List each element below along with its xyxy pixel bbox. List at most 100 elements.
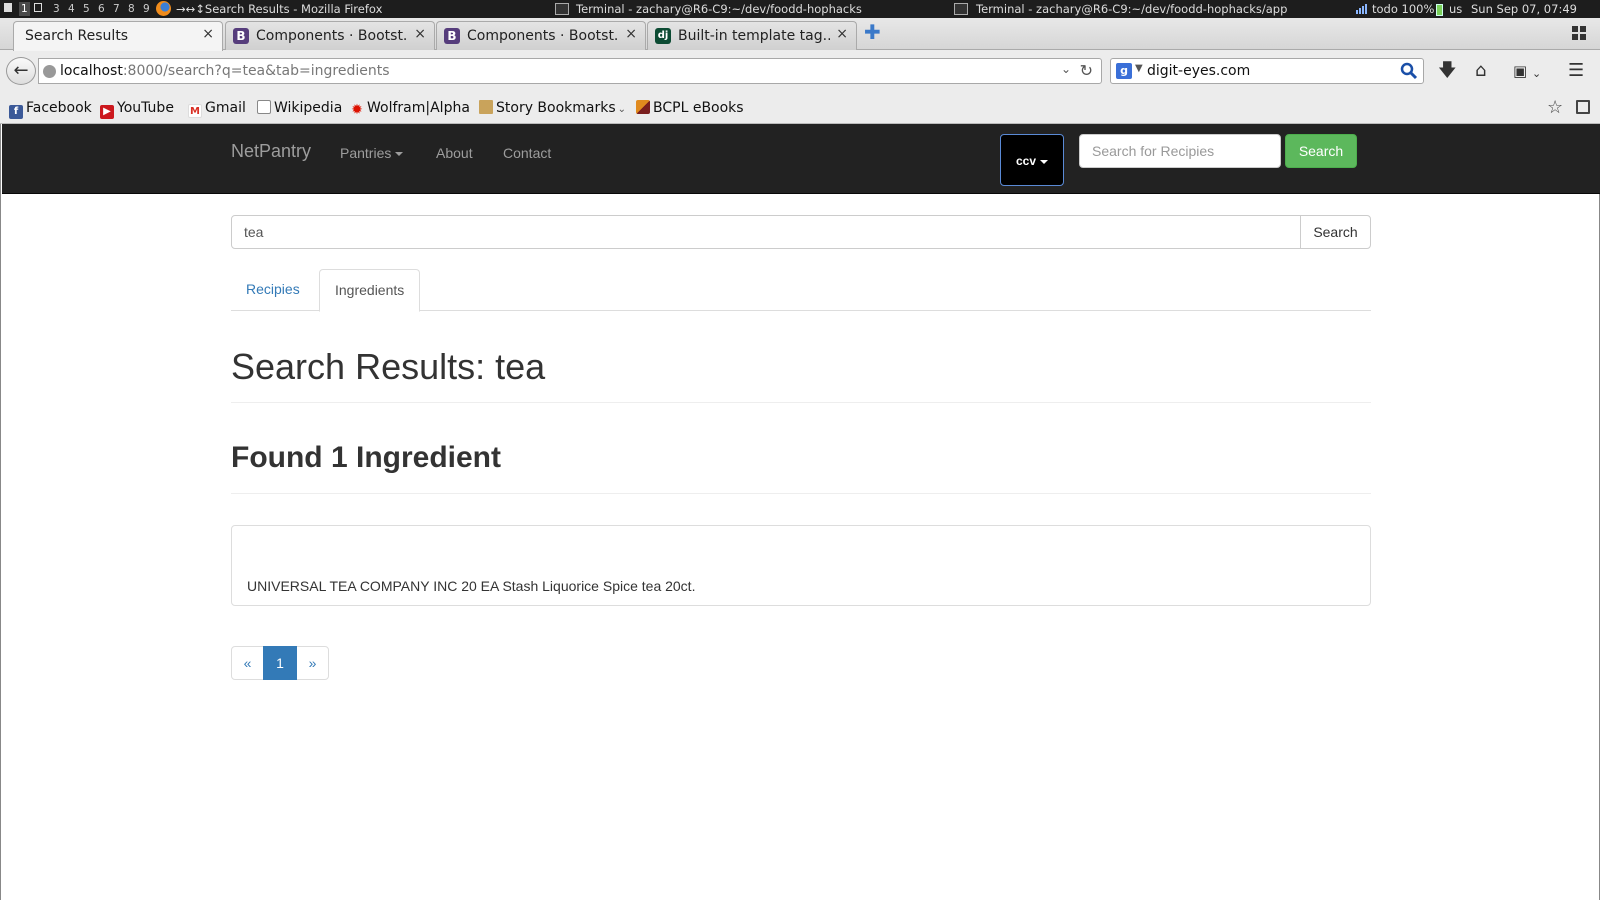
bookmark-youtube[interactable]: ▶ YouTube — [100, 99, 174, 119]
engine-dropdown-icon[interactable]: ▼ — [1135, 63, 1143, 74]
close-icon[interactable]: × — [414, 26, 426, 42]
nav-about[interactable]: About — [436, 145, 473, 161]
close-icon[interactable]: × — [202, 26, 214, 42]
tab-label: Components · Bootst... — [467, 28, 619, 44]
bookmarks-bar: f Facebook ▶ YouTube M Gmail Wikipedia ✹ Wol… — [0, 92, 1600, 124]
taskbar-terminal-1[interactable]: Terminal - zachary@R6-C9:~/dev/foodd-hop… — [576, 2, 862, 16]
bootstrap-icon: B — [233, 28, 249, 44]
nav-recipe-search-input[interactable] — [1079, 134, 1281, 168]
workspace-8[interactable]: 8 — [128, 2, 135, 16]
terminal-icon — [954, 3, 968, 15]
gmail-icon: M — [188, 104, 202, 118]
pocket-icon[interactable]: ▣ — [1513, 61, 1527, 81]
page-title: Search Results: tea — [231, 346, 546, 387]
browser-tab-bootstrap-1[interactable]: B Components · Bootst... × — [225, 21, 435, 50]
active-window-title[interactable]: →↔↕Search Results - Mozilla Firefox — [176, 2, 382, 16]
page-viewport: NetPantry Pantries About Contact ccv Sea… — [0, 124, 1600, 900]
workspace-3[interactable]: 3 — [53, 2, 60, 16]
tab-label: Built-in template tag... — [678, 28, 830, 44]
close-icon[interactable]: × — [625, 26, 637, 42]
browser-navigation-bar: ← localhost:8000/search?q=tea&tab=ingred… — [0, 50, 1600, 92]
url-path: :8000/search?q=tea&tab=ingredients — [122, 63, 390, 79]
main-search-button[interactable]: Search — [1300, 215, 1371, 249]
workspace-2-icon[interactable] — [34, 3, 42, 12]
list-item[interactable]: UNIVERSAL TEA COMPANY INC 20 EA Stash Li… — [231, 525, 1371, 606]
folder-icon — [479, 100, 493, 114]
new-tab-icon[interactable]: ✚ — [864, 22, 881, 42]
google-icon[interactable]: g — [1116, 63, 1132, 79]
pagination-page-1[interactable]: 1 — [263, 646, 297, 680]
nav-search-button[interactable]: Search — [1285, 134, 1357, 168]
bootstrap-icon: B — [444, 28, 460, 44]
workspace-4[interactable]: 4 — [68, 2, 75, 16]
window-manager-bar: 1 3 4 5 6 7 8 9 →↔↕Search Results - Mozi… — [0, 0, 1600, 18]
workspace-5[interactable]: 5 — [83, 2, 90, 16]
wolfram-icon: ✹ — [351, 102, 363, 118]
url-host: localhost — [60, 63, 123, 79]
nav-contact[interactable]: Contact — [503, 145, 551, 161]
pagination-next[interactable]: » — [296, 646, 329, 680]
pagination-prev[interactable]: « — [231, 646, 264, 680]
youtube-icon: ▶ — [100, 105, 114, 119]
battery-icon — [1436, 4, 1443, 16]
divider — [231, 402, 1371, 403]
bookmark-wolfram-alpha[interactable]: ✹ Wolfram|Alpha — [350, 99, 470, 117]
tab-recipies[interactable]: Recipies — [231, 269, 315, 311]
tab-list-icon[interactable] — [1572, 26, 1586, 40]
reload-icon[interactable]: ↻ — [1080, 61, 1093, 80]
site-brand[interactable]: NetPantry — [231, 141, 311, 162]
browser-tab-strip: Search Results × B Components · Bootst..… — [0, 18, 1600, 51]
keyboard-layout: us — [1449, 2, 1463, 16]
url-history-dropdown-icon[interactable]: ⌄ — [1061, 62, 1071, 76]
search-icon[interactable] — [1400, 62, 1418, 80]
browser-tab-search-results[interactable]: Search Results × — [13, 21, 223, 51]
tab-ingredients[interactable]: Ingredients — [319, 269, 421, 312]
layout-icon — [4, 3, 12, 12]
url-bar[interactable]: localhost:8000/search?q=tea&tab=ingredie… — [38, 58, 1102, 84]
taskbar-terminal-2[interactable]: Terminal - zachary@R6-C9:~/dev/foodd-hop… — [976, 2, 1287, 16]
chevron-down-icon[interactable]: ⌄ — [1532, 64, 1541, 84]
bookmarks-library-icon[interactable] — [1576, 100, 1590, 114]
main-search-group: Search — [231, 215, 1371, 249]
close-icon[interactable]: × — [836, 26, 848, 42]
divider — [231, 493, 1371, 494]
bookmark-facebook[interactable]: f Facebook — [9, 99, 92, 119]
home-icon[interactable]: ⌂ — [1475, 61, 1486, 81]
signal-icon — [1356, 4, 1368, 14]
bookmark-folder-story-bookmarks[interactable]: Story Bookmarks ⌄ — [479, 99, 626, 117]
workspace-6[interactable]: 6 — [98, 2, 105, 16]
results-count-heading: Found 1 Ingredient — [231, 441, 501, 474]
workspace-7[interactable]: 7 — [113, 2, 120, 16]
ingredient-name: UNIVERSAL TEA COMPANY INC 20 EA Stash Li… — [247, 578, 696, 594]
tab-label: Components · Bootst... — [256, 28, 408, 44]
result-tabs: Recipies Ingredients — [231, 269, 1371, 312]
site-navbar: NetPantry Pantries About Contact ccv Sea… — [2, 124, 1600, 194]
browser-tab-bootstrap-2[interactable]: B Components · Bootst... × — [436, 21, 646, 50]
caret-down-icon — [395, 152, 404, 157]
browser-search-query: digit-eyes.com — [1147, 63, 1251, 79]
django-icon: dj — [655, 28, 671, 44]
workspace-1[interactable]: 1 — [19, 2, 30, 16]
main-search-input[interactable] — [231, 215, 1301, 249]
ccv-dropdown-button[interactable]: ccv — [1000, 134, 1064, 186]
menu-icon[interactable]: ☰ — [1568, 61, 1584, 81]
bookmark-wikipedia[interactable]: Wikipedia — [257, 99, 342, 117]
chevron-down-icon: ⌄ — [617, 104, 627, 115]
back-button[interactable]: ← — [6, 57, 36, 85]
tab-label: Search Results — [25, 28, 129, 44]
page-icon — [257, 100, 271, 114]
bookmark-gmail[interactable]: M Gmail — [188, 99, 246, 118]
bookmark-bcpl-ebooks[interactable]: BCPL eBooks — [636, 99, 744, 117]
terminal-icon — [555, 3, 569, 15]
nav-pantries-dropdown[interactable]: Pantries — [340, 145, 404, 161]
back-arrow-icon: ← — [13, 60, 29, 81]
firefox-icon — [156, 1, 171, 16]
browser-tab-django[interactable]: dj Built-in template tag... × — [647, 21, 857, 50]
bookmark-star-icon[interactable]: ☆ — [1547, 97, 1563, 118]
download-icon[interactable]: 🡇 — [1438, 61, 1457, 81]
browser-search-bar[interactable]: g ▼ digit-eyes.com — [1110, 58, 1424, 84]
clock: Sun Sep 07, 07:49 — [1471, 2, 1577, 16]
workspace-9[interactable]: 9 — [143, 2, 150, 16]
site-identity-icon[interactable] — [43, 65, 56, 78]
status-text: todo 100% — [1372, 2, 1435, 16]
